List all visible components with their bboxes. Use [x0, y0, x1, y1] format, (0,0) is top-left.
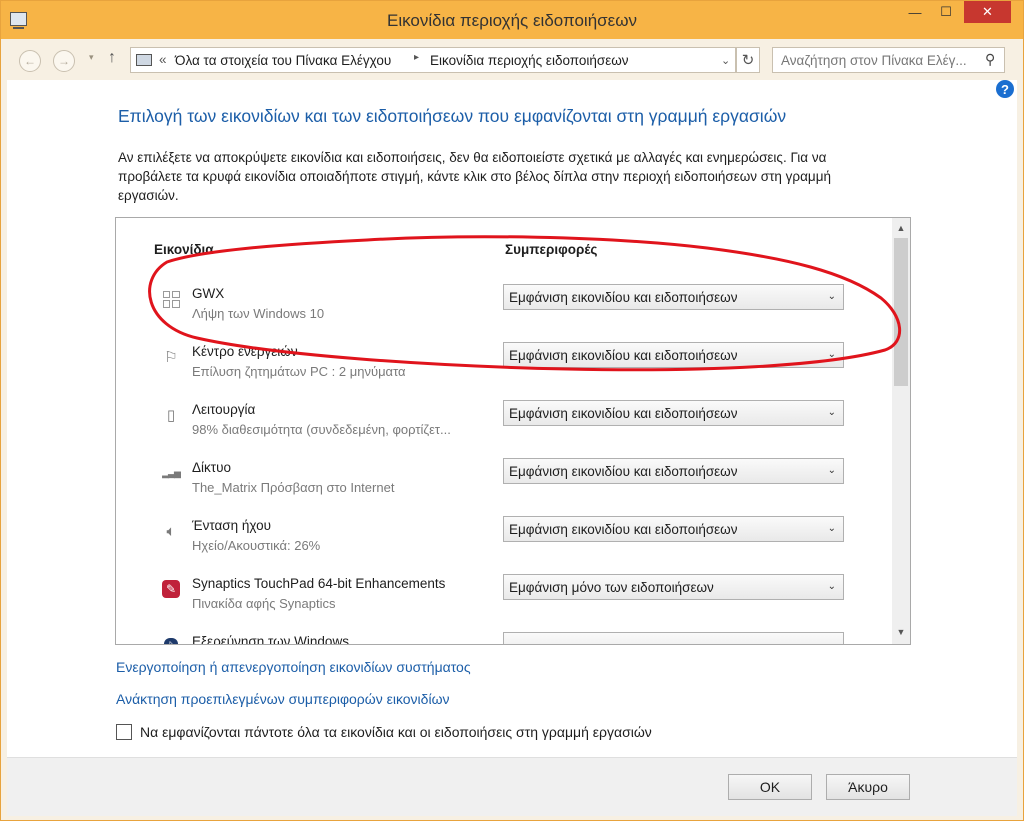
behavior-value: Εμφάνιση μόνο των ειδοποιήσεων: [509, 580, 714, 595]
speaker-icon: 🔈︎: [166, 522, 176, 540]
always-show-checkbox[interactable]: [116, 724, 132, 740]
chevron-down-icon: ⌄: [827, 349, 836, 360]
scroll-up-icon[interactable]: ▲: [892, 220, 910, 236]
breadcrumb-notification-area-icons[interactable]: Εικονίδια περιοχής ειδοποιήσεων: [430, 53, 629, 68]
scroll-thumb[interactable]: [894, 238, 908, 386]
item-name: Δίκτυο: [192, 460, 231, 475]
back-button[interactable]: ←: [19, 50, 41, 72]
column-header-behaviors: Συμπεριφορές: [505, 242, 598, 257]
search-input[interactable]: [781, 51, 981, 69]
item-name: Κέντρο ενεργειών: [192, 344, 298, 359]
system-icons-link[interactable]: Ενεργοποίηση ή απενεργοποίηση εικονιδίων…: [116, 659, 471, 675]
behavior-dropdown[interactable]: Εμφάνιση εικονιδίου και ειδοποιήσεων ⌄: [503, 516, 844, 542]
behavior-dropdown[interactable]: [503, 632, 844, 644]
item-name: Synaptics TouchPad 64-bit Enhancements: [192, 576, 446, 591]
column-header-icons: Εικονίδια: [154, 242, 214, 257]
behavior-value: Εμφάνιση εικονιδίου και ειδοποιήσεων: [509, 522, 738, 537]
item-name: Λειτουργία: [192, 402, 256, 417]
computer-icon: [136, 54, 152, 66]
up-arrow-icon[interactable]: ↑: [108, 49, 116, 67]
control-panel-window: Εικονίδια περιοχής ειδοποιήσεων — ☐ ✕ ← …: [0, 0, 1024, 821]
chevron-down-icon: ⌄: [827, 581, 836, 592]
windows-logo-icon: [161, 289, 181, 309]
breadcrumb-overflow-icon[interactable]: «: [159, 52, 167, 67]
breadcrumb-separator-icon[interactable]: ▸: [414, 52, 419, 63]
always-show-label[interactable]: Να εμφανίζονται πάντοτε όλα τα εικονίδια…: [140, 724, 652, 740]
item-description: Πινακίδα αφής Synaptics: [192, 596, 336, 611]
cancel-button[interactable]: Άκυρο: [826, 774, 910, 800]
behavior-value: Εμφάνιση εικονιδίου και ειδοποιήσεων: [509, 406, 738, 421]
scroll-down-icon[interactable]: ▼: [892, 624, 910, 640]
page-title: Επιλογή των εικονιδίων και των ειδοποιήσ…: [118, 106, 787, 126]
minimize-button[interactable]: —: [900, 1, 930, 23]
item-name: GWX: [192, 286, 225, 301]
chevron-down-icon: ⌄: [827, 465, 836, 476]
item-name: Εξερεύνηση των Windows: [192, 634, 349, 645]
vertical-scrollbar[interactable]: ▲ ▼: [892, 218, 910, 644]
list-item: ✎ Synaptics TouchPad 64-bit Enhancements…: [116, 570, 892, 628]
item-description: The_Matrix Πρόσβαση στο Internet: [192, 480, 395, 495]
list-item: ▂▃▅ Δίκτυο The_Matrix Πρόσβαση στο Inter…: [116, 454, 892, 512]
window-title: Εικονίδια περιοχής ειδοποιήσεων: [386, 11, 638, 30]
restore-defaults-link[interactable]: Ανάκτηση προεπιλεγμένων συμπεριφορών εικ…: [116, 691, 450, 707]
forward-button[interactable]: →: [53, 50, 75, 72]
bluetooth-icon: ᛒ: [161, 637, 181, 644]
recent-locations-chevron-icon[interactable]: ▾: [89, 52, 94, 63]
title-bar[interactable]: Εικονίδια περιοχής ειδοποιήσεων — ☐ ✕: [1, 1, 1023, 39]
refresh-button[interactable]: ↻: [736, 47, 760, 73]
behavior-dropdown[interactable]: Εμφάνιση εικονιδίου και ειδοποιήσεων ⌄: [503, 284, 844, 310]
item-description: 98% διαθεσιμότητα (συνδεδεμένη, φορτίζετ…: [192, 422, 451, 437]
behavior-dropdown[interactable]: Εμφάνιση εικονιδίου και ειδοποιήσεων ⌄: [503, 342, 844, 368]
list-item: ᛒ Εξερεύνηση των Windows: [116, 628, 892, 645]
dialog-footer: OK Άκυρο: [7, 757, 1017, 816]
item-description: Ηχείο/Ακουστικά: 26%: [192, 538, 321, 553]
chevron-down-icon: ⌄: [827, 523, 836, 534]
item-description: Επίλυση ζητημάτων PC : 2 μηνύματα: [192, 364, 406, 379]
notification-icons-list[interactable]: Εικονίδια Συμπεριφορές GWX Λήψη των Wind…: [115, 217, 911, 645]
search-box[interactable]: ⚲: [772, 47, 1005, 73]
battery-plug-icon: ▯: [166, 407, 176, 424]
behavior-dropdown[interactable]: Εμφάνιση εικονιδίου και ειδοποιήσεων ⌄: [503, 458, 844, 484]
behavior-value: Εμφάνιση εικονιδίου και ειδοποιήσεων: [509, 348, 738, 363]
page-description: Αν επιλέξετε να αποκρύψετε εικονίδια και…: [118, 150, 831, 203]
search-icon[interactable]: ⚲: [985, 51, 995, 68]
chevron-down-icon: ⌄: [827, 407, 836, 418]
main-content: ? Επιλογή των εικονιδίων και των ειδοποι…: [7, 80, 1017, 757]
close-button[interactable]: ✕: [964, 1, 1011, 23]
address-bar[interactable]: « Όλα τα στοιχεία του Πίνακα Ελέγχου ▸ Ε…: [130, 47, 736, 73]
behavior-value: Εμφάνιση εικονιδίου και ειδοποιήσεων: [509, 464, 738, 479]
list-item: ▯ Λειτουργία 98% διαθεσιμότητα (συνδεδεμ…: [116, 396, 892, 454]
breadcrumb-all-control-panel-items[interactable]: Όλα τα στοιχεία του Πίνακα Ελέγχου: [175, 53, 391, 68]
maximize-button[interactable]: ☐: [931, 1, 961, 23]
list-item: 🔈︎ Ένταση ήχου Ηχείο/Ακουστικά: 26% Εμφά…: [116, 512, 892, 570]
behavior-dropdown[interactable]: Εμφάνιση εικονιδίου και ειδοποιήσεων ⌄: [503, 400, 844, 426]
help-icon[interactable]: ?: [996, 80, 1014, 98]
item-description: Λήψη των Windows 10: [192, 306, 325, 321]
signal-bars-icon: ▂▃▅: [162, 467, 181, 478]
navigation-bar: ← → ▾ ↑ « Όλα τα στοιχεία του Πίνακα Ελέ…: [7, 41, 1017, 79]
flag-icon: ⚐: [164, 349, 178, 366]
item-name: Ένταση ήχου: [192, 518, 271, 533]
list-item: ⚐ Κέντρο ενεργειών Επίλυση ζητημάτων PC …: [116, 338, 892, 396]
synaptics-icon: ✎: [161, 579, 181, 599]
behavior-value: Εμφάνιση εικονιδίου και ειδοποιήσεων: [509, 290, 738, 305]
ok-button[interactable]: OK: [728, 774, 812, 800]
list-item: GWX Λήψη των Windows 10 Εμφάνιση εικονιδ…: [116, 280, 892, 338]
address-dropdown-icon[interactable]: ⌄: [721, 54, 730, 67]
chevron-down-icon: ⌄: [827, 291, 836, 302]
behavior-dropdown[interactable]: Εμφάνιση μόνο των ειδοποιήσεων ⌄: [503, 574, 844, 600]
